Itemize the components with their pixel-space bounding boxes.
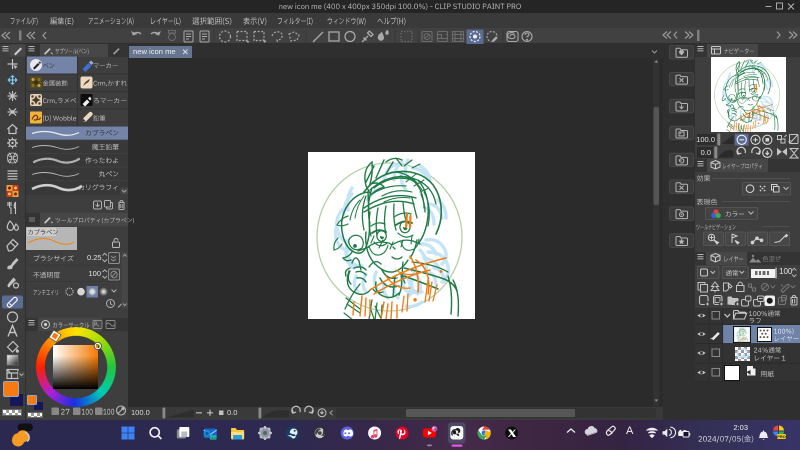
svg-text:NEW: NEW xyxy=(209,436,216,440)
svg-text:PRO: PRO xyxy=(777,434,786,439)
